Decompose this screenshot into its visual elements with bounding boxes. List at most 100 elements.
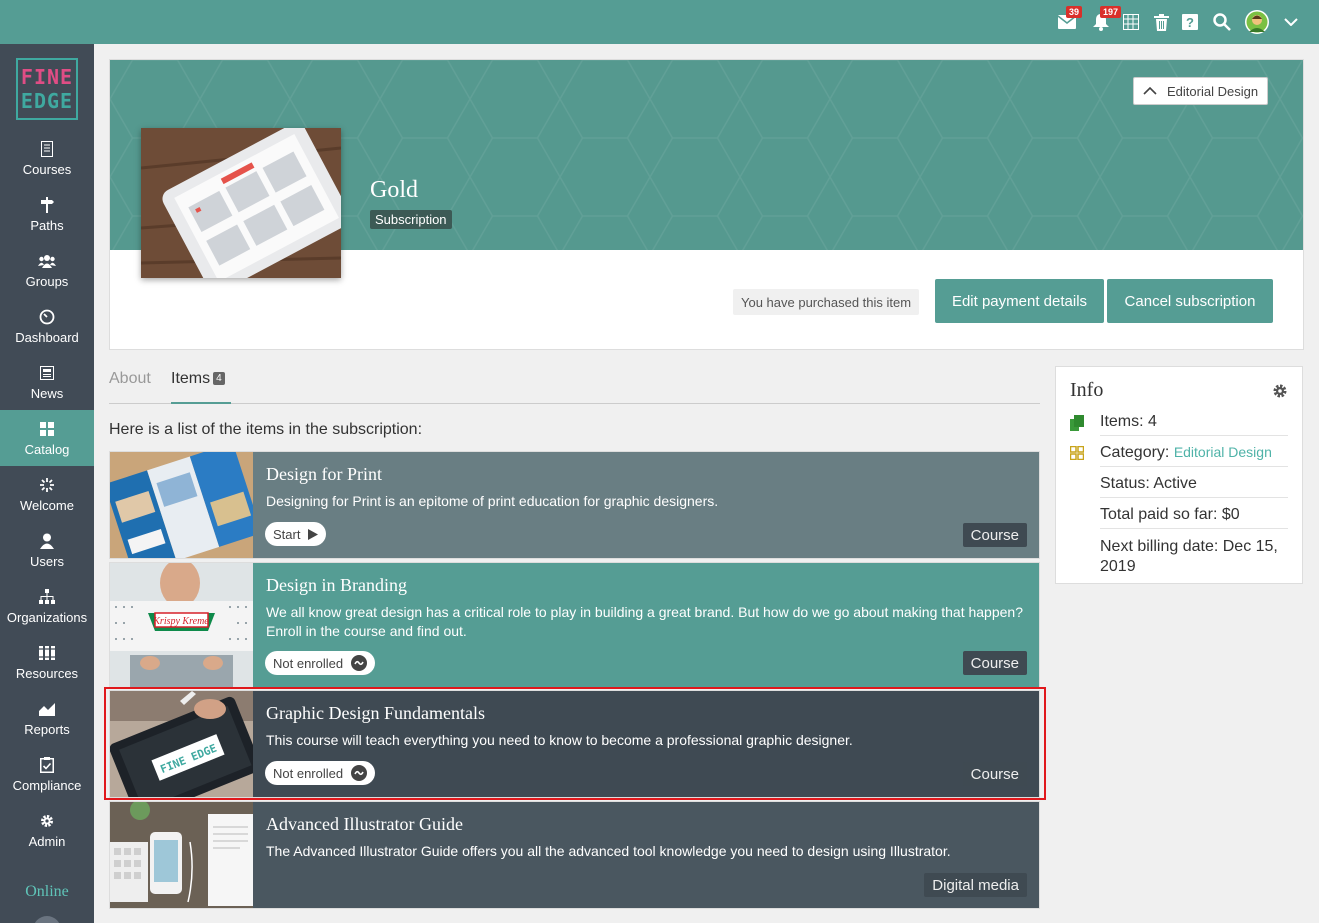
item-title[interactable]: Graphic Design Fundamentals <box>266 703 485 724</box>
sidebar-item-compliance[interactable]: Compliance <box>0 746 94 802</box>
sidebar-item-label: Resources <box>15 665 79 681</box>
sidebar-item-reports[interactable]: Reports <box>0 690 94 746</box>
trash-icon <box>1153 13 1169 31</box>
sidebar-item-label: Courses <box>22 161 72 177</box>
tab-items[interactable]: Items 4 <box>171 370 231 404</box>
help-button[interactable]: ? <box>1175 8 1205 36</box>
sidebar-item-label: Admin <box>28 833 66 849</box>
info-panel: Info Items: 4 Category: Editorial Design… <box>1055 366 1303 584</box>
enrollment-status-button[interactable]: Not enrolled <box>265 651 376 675</box>
chevron-down-icon <box>1284 18 1298 26</box>
info-items-row: Items: 4 <box>1070 413 1288 436</box>
search-button[interactable] <box>1207 8 1237 36</box>
sidebar-item-label: Users <box>30 553 64 569</box>
avatar-icon <box>1245 10 1269 34</box>
sidebar-item-paths[interactable]: Paths <box>0 186 94 242</box>
trash-button[interactable] <box>1146 8 1176 36</box>
item-title[interactable]: Advanced Illustrator Guide <box>266 814 463 835</box>
play-icon <box>308 528 319 540</box>
sidebar-item-label: Organizations <box>6 609 88 625</box>
svg-text:?: ? <box>1186 15 1194 30</box>
info-category-row: Category: Editorial Design <box>1070 444 1288 467</box>
item-title[interactable]: Design for Print <box>266 464 382 485</box>
purchased-notice: You have purchased this item <box>733 289 920 315</box>
cancel-subscription-button[interactable]: Cancel subscription <box>1107 279 1273 323</box>
sidebar-item-admin[interactable]: Admin <box>0 802 94 858</box>
sidebar-item-organizations[interactable]: Organizations <box>0 578 94 634</box>
news-icon <box>40 364 54 382</box>
start-button-label: Start <box>273 526 301 542</box>
tab-about-label: About <box>109 370 151 387</box>
dashboard-icon <box>39 308 55 326</box>
item-title[interactable]: Design in Branding <box>266 575 407 596</box>
notifications-button[interactable]: 197 <box>1086 6 1122 36</box>
top-bar: 39 197 ? <box>0 0 1319 44</box>
item-type-badge: Course <box>962 523 1027 547</box>
logo-text-bottom: EDGE <box>20 89 74 113</box>
sidebar-item-label: News <box>30 385 64 401</box>
user-avatar-button[interactable] <box>1242 8 1272 36</box>
messages-badge: 39 <box>1066 6 1083 18</box>
sidebar-item-groups[interactable]: Groups <box>0 242 94 298</box>
item-thumbnail: FINE EDGE <box>110 691 253 797</box>
info-next-billing-row: Next billing date: Dec 15, 2019 <box>1100 538 1278 575</box>
help-icon: ? <box>1182 14 1198 30</box>
not-enrolled-icon <box>351 655 368 671</box>
user-menu-toggle[interactable] <box>1276 8 1306 36</box>
sidebar-item-resources[interactable]: Resources <box>0 634 94 690</box>
gear-icon <box>39 812 55 830</box>
online-status: Online <box>25 883 69 900</box>
sidebar-item-label: Compliance <box>12 777 82 793</box>
welcome-icon <box>39 476 55 494</box>
subscription-type-badge: Subscription <box>370 210 452 229</box>
info-status-row: Status: Active <box>1100 475 1288 498</box>
sidebar-item-label: Paths <box>30 217 64 233</box>
sidebar-item-courses[interactable]: Courses <box>0 130 94 186</box>
sidebar-item-dashboard[interactable]: Dashboard <box>0 298 94 354</box>
list-item[interactable]: Krispy Kreme Design in Branding We all k… <box>109 562 1040 688</box>
users-icon <box>40 532 54 550</box>
copy-icon <box>1070 415 1084 431</box>
catalog-icon <box>40 420 54 438</box>
category-icon <box>1070 446 1084 460</box>
category-toggle-button[interactable]: Editorial Design <box>1133 77 1269 105</box>
item-description: We all know great design has a critical … <box>266 604 1023 639</box>
info-total-paid-row: Total paid so far: $0 <box>1100 506 1288 529</box>
sidebar-item-users[interactable]: Users <box>0 522 94 578</box>
item-description: This course will teach everything you ne… <box>266 732 853 748</box>
fine-edge-logo[interactable]: FINE EDGE <box>16 58 78 120</box>
sidebar-item-news[interactable]: News <box>0 354 94 410</box>
chevron-up-icon <box>1143 87 1157 95</box>
subscription-header: Editorial Design Gold Subscription You h… <box>109 59 1304 350</box>
list-item[interactable]: Design for Print Designing for Print is … <box>109 451 1040 559</box>
edit-payment-button[interactable]: Edit payment details <box>935 279 1104 323</box>
list-item[interactable]: Advanced Illustrator Guide The Advanced … <box>109 801 1040 909</box>
messages-button[interactable]: 39 <box>1052 6 1083 36</box>
sidebar-item-label: Catalog <box>24 441 70 457</box>
info-title: Info <box>1070 379 1104 401</box>
category-button-label: Editorial Design <box>1167 83 1259 99</box>
calendar-icon <box>1123 14 1139 30</box>
item-type-badge: Course <box>962 762 1027 786</box>
groups-icon <box>38 252 56 270</box>
sidebar-item-welcome[interactable]: Welcome <box>0 466 94 522</box>
item-thumbnail <box>110 802 253 908</box>
tab-bar: About Items 4 <box>109 364 1040 404</box>
reports-icon <box>39 700 55 718</box>
list-item[interactable]: FINE EDGE Graphic Design Fundamentals Th… <box>109 690 1040 798</box>
items-intro-text: Here is a list of the items in the subsc… <box>109 421 423 438</box>
sidebar-item-label: Groups <box>25 273 69 289</box>
calendar-button[interactable] <box>1116 8 1146 36</box>
logo-text-top: FINE <box>20 65 74 89</box>
organizations-icon <box>39 588 55 606</box>
category-link[interactable]: Editorial Design <box>1174 444 1272 460</box>
sidebar-item-label: Reports <box>24 721 70 737</box>
tab-about[interactable]: About <box>109 370 151 404</box>
status-avatar <box>33 916 61 923</box>
enrollment-status-button[interactable]: Not enrolled <box>265 761 376 785</box>
sidebar-item-catalog[interactable]: Catalog <box>0 410 94 466</box>
tab-items-count: 4 <box>213 372 225 385</box>
paths-icon <box>40 196 54 214</box>
gear-icon[interactable] <box>1272 383 1288 399</box>
start-button[interactable]: Start <box>265 522 327 546</box>
